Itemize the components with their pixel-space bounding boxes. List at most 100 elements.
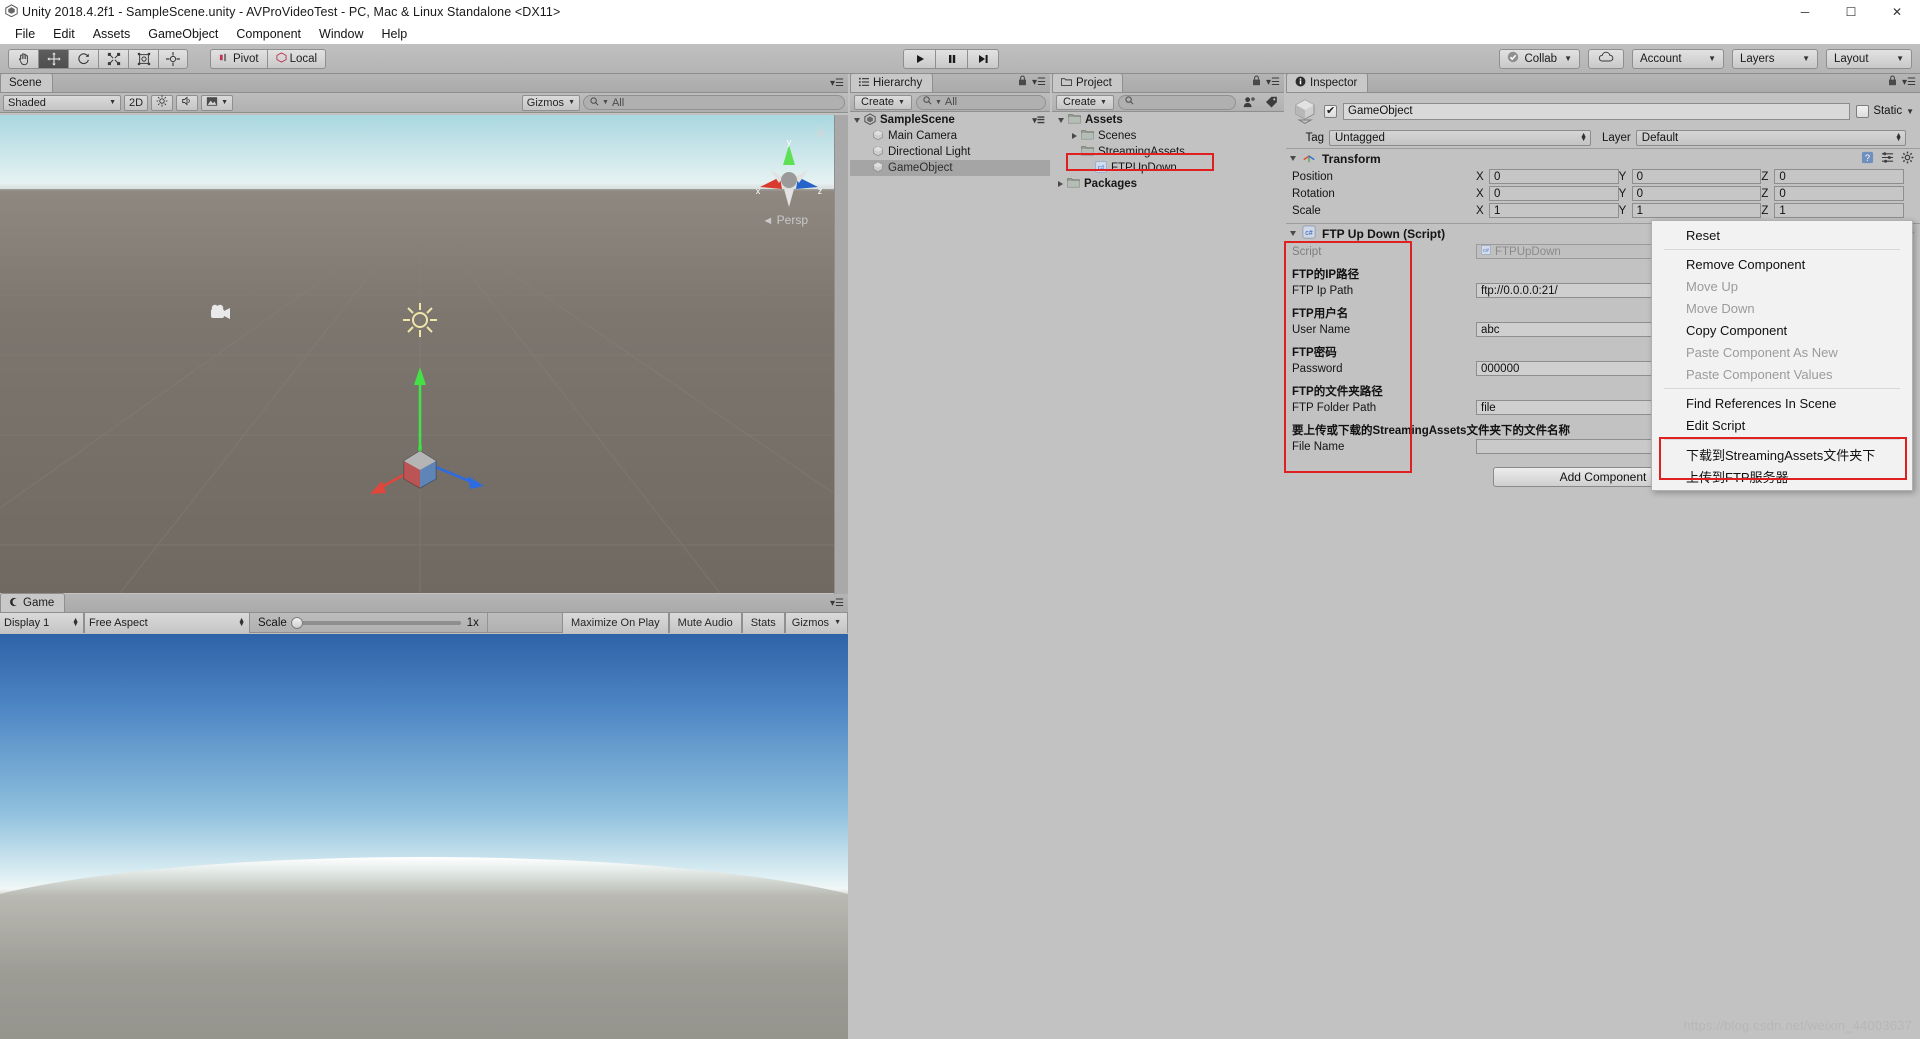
transform-y-input[interactable]: 1 [1631,203,1762,218]
menu-item-file[interactable]: File [6,24,44,44]
panel-menu-icon[interactable]: ▾☰ [1032,77,1046,88]
transform-tool-button[interactable] [158,48,188,69]
scene-projection-label[interactable]: ◄ Persp [762,213,808,227]
game-display-dropdown[interactable]: Display 1 ▲ ▼ [0,612,84,633]
game-panel-menu[interactable]: ▾☰ [830,598,844,609]
chevron-down-icon[interactable] [1290,231,1296,236]
scene-audio-toggle[interactable] [176,94,199,111]
scale-tool-button[interactable] [98,48,128,69]
static-checkbox[interactable] [1856,104,1870,118]
transform-z-input[interactable]: 0 [1774,186,1905,201]
local-toggle-button[interactable]: Local [266,48,327,69]
project-tree-item[interactable]: Assets [1052,112,1284,128]
layer-dropdown[interactable]: Default ▲ ▼ [1635,130,1906,146]
chevron-down-icon[interactable]: ▼ [1906,107,1914,116]
menu-item-help[interactable]: Help [372,24,416,44]
gameobject-enabled-checkbox[interactable] [1324,104,1337,118]
transform-y-input[interactable]: 0 [1631,186,1762,201]
game-viewport[interactable] [0,634,848,1039]
maximize-button[interactable]: ☐ [1828,0,1874,24]
lock-icon[interactable] [1888,75,1897,89]
cloud-button[interactable] [1588,48,1624,69]
gameobject-name-input[interactable]: GameObject [1343,102,1851,120]
transform-x-input[interactable]: 0 [1489,186,1619,201]
rect-tool-button[interactable] [128,48,158,69]
context-menu-item[interactable]: Copy Component [1652,319,1912,341]
project-search-input[interactable] [1117,94,1236,110]
scene-orientation-gizmo[interactable]: y x z [750,137,828,218]
step-button[interactable] [967,48,999,69]
project-tree-item[interactable]: StreamingAssets [1052,144,1284,160]
minimize-button[interactable]: ─ [1782,0,1828,24]
search-by-label-icon[interactable] [1262,95,1280,110]
lock-icon[interactable] [1018,75,1027,89]
scene-fx-dropdown[interactable]: ▼ [201,94,233,111]
transform-y-input[interactable]: 0 [1631,169,1762,184]
hand-tool-button[interactable] [8,48,38,69]
menu-item-edit[interactable]: Edit [44,24,84,44]
transform-x-input[interactable]: 0 [1489,169,1619,184]
hierarchy-item[interactable]: Directional Light [850,144,1050,160]
menu-item-gameobject[interactable]: GameObject [139,24,227,44]
play-button[interactable] [903,48,935,69]
game-maximize-toggle[interactable]: Maximize On Play [562,612,669,633]
project-create-button[interactable]: Create ▼ [1056,94,1114,110]
project-tree-item[interactable]: Packages [1052,176,1284,192]
tab-hierarchy[interactable]: Hierarchy [850,73,934,92]
chevron-down-icon[interactable] [1058,117,1064,123]
layers-button[interactable]: Layers ▼ [1732,48,1818,69]
gameobject-move-gizmo[interactable] [370,355,510,503]
chevron-down-icon[interactable] [854,117,860,123]
tag-dropdown[interactable]: Untagged ▲ ▼ [1329,130,1591,146]
menu-item-component[interactable]: Component [227,24,310,44]
menu-item-window[interactable]: Window [310,24,372,44]
panel-menu-icon[interactable]: ▾☰ [1266,77,1280,88]
context-menu-item[interactable]: Remove Component [1652,253,1912,275]
scene-gizmos-dropdown[interactable]: Gizmos ▼ [521,94,580,111]
hierarchy-item[interactable]: GameObject [850,160,1050,176]
hierarchy-panel-menu[interactable]: ▾☰ [1018,75,1046,89]
scene-context-menu-icon[interactable]: ▾☰ [1032,115,1045,126]
chevron-right-icon[interactable] [1058,181,1063,187]
rotate-tool-button[interactable] [68,48,98,69]
game-gizmos-dropdown[interactable]: Gizmos ▼ [784,612,848,633]
tab-scene[interactable]: Scene [0,73,53,92]
game-scale-slider[interactable]: Scale 1x [250,612,488,633]
preset-icon[interactable] [1881,151,1894,167]
project-tree-item[interactable]: Scenes [1052,128,1284,144]
context-menu-item[interactable]: 上传到FTP服务器 [1652,465,1912,487]
scene-lighting-toggle[interactable] [151,94,174,111]
hierarchy-create-button[interactable]: Create ▼ [854,94,912,110]
inspector-panel-menu[interactable]: ▾☰ [1888,75,1916,89]
help-icon[interactable]: ? [1861,151,1874,167]
panel-menu-icon[interactable]: ▾☰ [1902,77,1916,88]
context-menu-item[interactable]: Find References In Scene [1652,392,1912,414]
scene-panel-menu[interactable]: ▾☰ [830,78,844,89]
account-button[interactable]: Account ▼ [1632,48,1724,69]
tab-game[interactable]: Game [0,593,66,612]
context-menu-item[interactable]: 下载到StreamingAssets文件夹下 [1652,443,1912,465]
project-panel-menu[interactable]: ▾☰ [1252,75,1280,89]
scale-slider-track[interactable] [290,616,461,629]
static-toggle-group[interactable]: Static ▼ [1856,104,1914,118]
chevron-down-icon[interactable] [1290,156,1296,161]
pivot-toggle-button[interactable]: Pivot [210,48,267,69]
menu-item-assets[interactable]: Assets [84,24,140,44]
lock-icon[interactable] [1252,75,1261,89]
hierarchy-search-input[interactable]: ▼ All [915,94,1046,110]
context-menu-item[interactable]: Reset [1652,224,1912,246]
game-mute-toggle[interactable]: Mute Audio [668,612,742,633]
main-camera-gizmo[interactable] [208,303,234,326]
tab-project[interactable]: Project [1052,73,1123,92]
shading-mode-dropdown[interactable]: Shaded ▼ [3,94,121,111]
transform-z-input[interactable]: 1 [1774,203,1905,218]
layout-button[interactable]: Layout ▼ [1826,48,1912,69]
context-menu-item[interactable]: Edit Script [1652,414,1912,436]
transform-z-input[interactable]: 0 [1774,169,1905,184]
game-aspect-dropdown[interactable]: Free Aspect ▲ ▼ [84,612,250,633]
transform-x-input[interactable]: 1 [1489,203,1619,218]
move-tool-button[interactable] [38,48,68,69]
directional-light-gizmo[interactable] [400,300,440,343]
scene-search-input[interactable]: ▼ All [583,95,845,110]
scale-slider-handle[interactable] [290,616,303,629]
